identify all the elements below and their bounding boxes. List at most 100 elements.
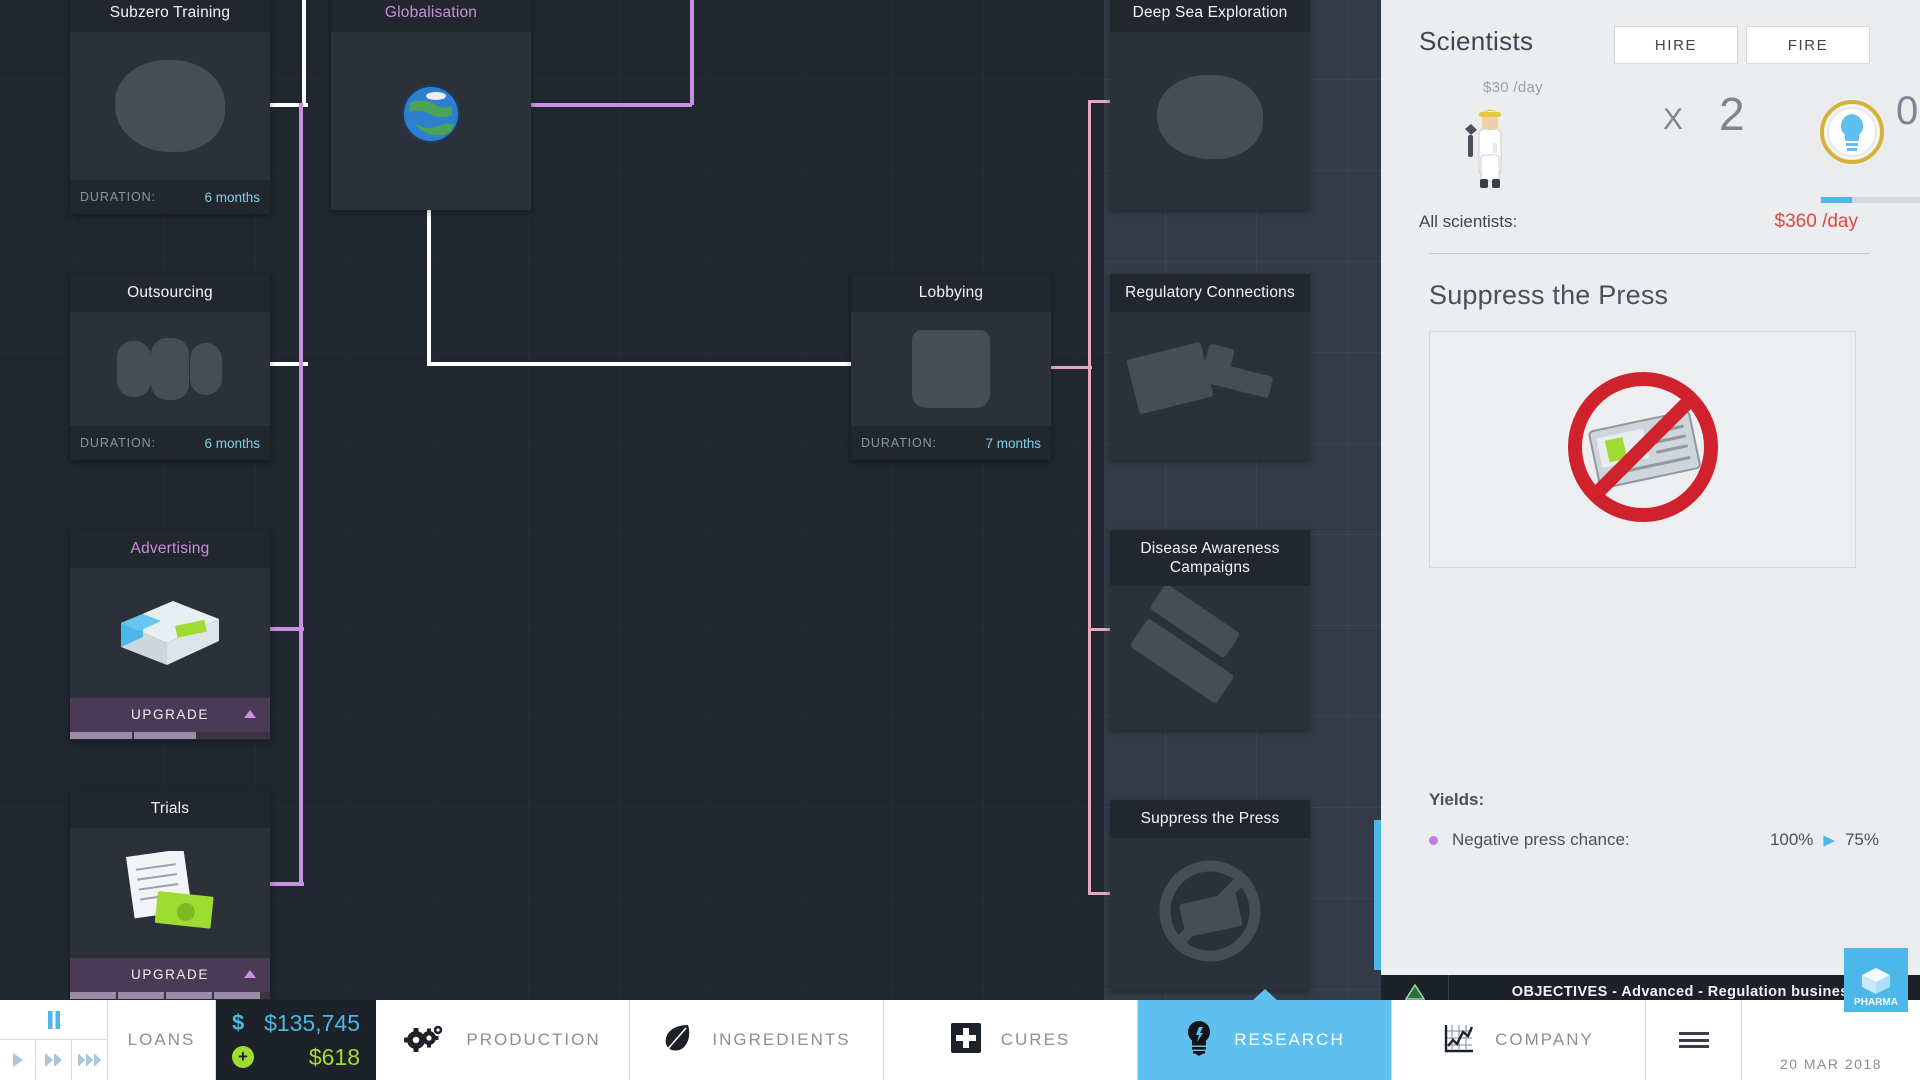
research-node-lobbying[interactable]: Lobbying DURATION: 7 months (851, 274, 1051, 460)
hire-fire-controls: HIRE FIRE (1614, 26, 1870, 64)
research-tree-canvas[interactable]: Subzero Training DURATION: 6 months Glob… (0, 0, 1381, 1000)
duration-label: DURATION: (861, 436, 937, 450)
wire-pink-horizontal-3 (1088, 892, 1110, 895)
cash-amount: $135,745 (264, 1010, 360, 1037)
wire-violet-horizontal-2 (268, 627, 304, 631)
node-title: Outsourcing (70, 274, 270, 312)
node-artwork (1110, 312, 1310, 460)
pause-button[interactable] (0, 1000, 107, 1040)
logo-text: PHARMA (1854, 998, 1898, 1009)
yields-section: Yields: Negative press chance: 100% ▶ 75… (1429, 790, 1879, 850)
plus-circle-icon: + (232, 1046, 254, 1068)
all-scientists-label: All scientists: (1419, 212, 1517, 232)
research-node-globalisation[interactable]: Globalisation (331, 0, 531, 210)
medical-cross-icon (951, 1023, 981, 1058)
research-node-regulatory-connections[interactable]: Regulatory Connections (1110, 274, 1310, 460)
wire-violet-vertical-1 (690, 0, 694, 105)
node-artwork (70, 568, 270, 698)
node-artwork (851, 312, 1051, 426)
wire-violet-vertical-2 (299, 103, 303, 886)
frozen-blob-icon (70, 32, 270, 180)
chevron-up-icon (244, 970, 256, 978)
research-node-suppress-the-press[interactable]: Suppress the Press (1110, 800, 1310, 990)
node-artwork (331, 32, 531, 210)
nav-label: CURES (1001, 1030, 1071, 1050)
nav-item-loans[interactable]: LOANS (108, 1000, 216, 1080)
nav-label: LOANS (128, 1030, 196, 1050)
node-artwork (70, 312, 270, 426)
yield-row: Negative press chance: 100% ▶ 75% (1429, 830, 1879, 850)
node-artwork (1110, 838, 1310, 990)
hamburger-menu-icon[interactable] (1646, 1000, 1742, 1080)
line-chart-icon (1443, 1022, 1475, 1059)
multiply-symbol: X (1663, 103, 1683, 137)
clipboard-money-icon (70, 828, 270, 958)
nav-item-research[interactable]: RESEARCH (1138, 1000, 1392, 1080)
no-newspaper-icon (1110, 838, 1310, 990)
play-button[interactable] (0, 1040, 36, 1080)
wire-violet-horizontal-1 (530, 103, 692, 107)
research-node-deep-sea-exploration[interactable]: Deep Sea Exploration (1110, 0, 1310, 210)
scientist-cost-per-day: $30 /day (1483, 79, 1543, 96)
duration-label: DURATION: (80, 436, 156, 450)
bullet-dot-icon (1429, 836, 1438, 845)
research-node-disease-awareness-campaigns[interactable]: Disease Awareness Campaigns (1110, 530, 1310, 730)
idle-scientist-count: 0 (1896, 89, 1918, 134)
scientists-panel: Scientists HIRE FIRE $30 /day X (1381, 0, 1920, 1000)
wire-white-vertical-1 (302, 0, 306, 105)
research-node-trials[interactable]: Trials UPGRADE (70, 790, 270, 1000)
node-title: Subzero Training (70, 0, 270, 32)
node-artwork (1110, 586, 1310, 730)
stamp-papers-icon (1110, 312, 1310, 460)
lightbulb-icon (1184, 1020, 1214, 1061)
big-pharma-logo: PHARMA (1844, 948, 1908, 1012)
nav-item-cures[interactable]: CURES (884, 1000, 1138, 1080)
nav-label: RESEARCH (1234, 1030, 1344, 1050)
nav-label: PRODUCTION (466, 1030, 600, 1050)
research-node-outsourcing[interactable]: Outsourcing DURATION: 6 months (70, 274, 270, 460)
node-title: Lobbying (851, 274, 1051, 312)
tree-vertical-scrollbar[interactable] (1374, 820, 1381, 970)
upgrade-button-advertising[interactable]: UPGRADE (70, 698, 270, 732)
wire-pink-vertical-1 (1088, 100, 1091, 895)
money-display: $ $135,745 + $618 (216, 1000, 376, 1080)
leaf-icon (662, 1022, 692, 1059)
upgrade-progress-bar (70, 992, 270, 999)
sea-rock-icon (1110, 32, 1310, 210)
wire-white-horizontal-2 (427, 362, 855, 366)
handshake-icon (851, 312, 1051, 426)
node-title: Disease Awareness Campaigns (1110, 530, 1310, 586)
nav-item-company[interactable]: COMPANY (1392, 1000, 1646, 1080)
selected-research-title: Suppress the Press (1429, 280, 1870, 311)
nav-item-production[interactable]: PRODUCTION (376, 1000, 630, 1080)
node-duration: DURATION: 6 months (70, 180, 270, 214)
node-duration: DURATION: 6 months (70, 426, 270, 460)
duration-value: 6 months (204, 190, 260, 205)
node-title: Globalisation (331, 0, 531, 32)
upgrade-button-trials[interactable]: UPGRADE (70, 958, 270, 992)
node-artwork (1110, 32, 1310, 210)
nav-item-ingredients[interactable]: INGREDIENTS (630, 1000, 884, 1080)
profit-amount: $618 (309, 1044, 360, 1071)
node-duration: DURATION: 7 months (851, 426, 1051, 460)
yield-to-value: 75% (1845, 830, 1879, 850)
nav-label: COMPANY (1495, 1030, 1594, 1050)
megaphone-icon (1110, 586, 1310, 730)
active-tab-notch (1253, 989, 1277, 1000)
node-artwork (70, 32, 270, 180)
menu-line (1679, 1032, 1709, 1035)
fast-forward-button[interactable] (36, 1040, 72, 1080)
nav-label: INGREDIENTS (712, 1030, 850, 1050)
yield-name: Negative press chance: (1452, 830, 1770, 850)
workers-icon (70, 312, 270, 426)
hire-button[interactable]: HIRE (1614, 26, 1738, 64)
duration-value: 6 months (204, 436, 260, 451)
fastest-forward-button[interactable] (72, 1040, 107, 1080)
fire-button[interactable]: FIRE (1746, 26, 1870, 64)
node-title: Advertising (70, 530, 270, 568)
research-node-advertising[interactable]: Advertising UPGRADE (70, 530, 270, 740)
node-title: Deep Sea Exploration (1110, 0, 1310, 32)
no-newspaper-icon (1555, 359, 1731, 540)
research-node-subzero-training[interactable]: Subzero Training DURATION: 6 months (70, 0, 270, 214)
panel-divider (1429, 253, 1870, 254)
